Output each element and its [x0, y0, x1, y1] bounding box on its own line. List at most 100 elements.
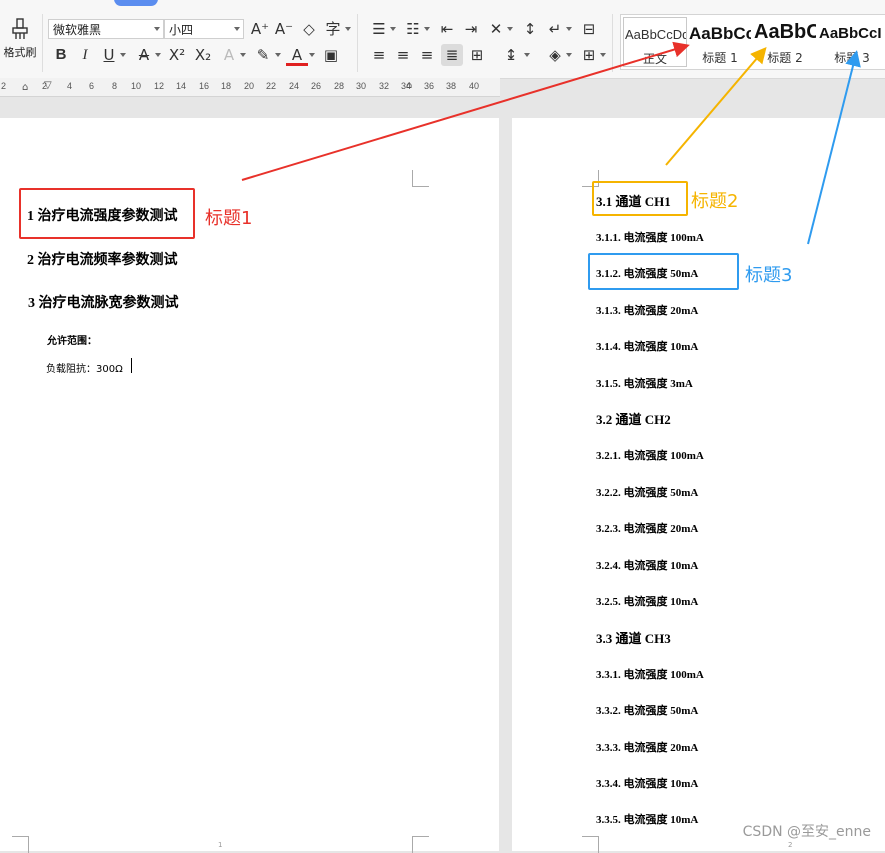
chevron-down-icon[interactable]: [566, 27, 572, 31]
shading-button[interactable]: ◈: [544, 44, 566, 66]
align-center-button[interactable]: ≡: [392, 44, 414, 66]
superscript-button[interactable]: X²: [166, 44, 188, 66]
ruler-tick: 12: [154, 81, 165, 91]
ruler-tick: 22: [266, 81, 277, 91]
margin-corner-mark: [412, 170, 429, 187]
grow-font-button[interactable]: A⁺: [249, 18, 271, 40]
distribute-icon: ⊞: [470, 46, 484, 64]
ruler-tick: 40: [469, 81, 480, 91]
char-border-button[interactable]: ▣: [320, 44, 342, 66]
highlight-button[interactable]: ✎: [252, 44, 274, 66]
chinese-layout-button[interactable]: ✕: [485, 18, 507, 40]
font-size-combo[interactable]: 小四: [164, 19, 244, 39]
bullet-list-button[interactable]: ☰: [368, 18, 390, 40]
format-painter-button[interactable]: 格式刷: [0, 14, 40, 70]
ruler-tick: 24: [289, 81, 300, 91]
line-spacing-button[interactable]: ↨: [500, 44, 522, 66]
align-left-icon: ≡: [372, 46, 386, 64]
justify-icon: ≣: [445, 46, 459, 64]
distribute-button[interactable]: ⊞: [466, 44, 488, 66]
style-heading-2[interactable]: AaBbC 标题 2: [754, 15, 816, 67]
chevron-down-icon[interactable]: [390, 27, 396, 31]
chevron-down-icon[interactable]: [275, 53, 281, 57]
heading-3-line[interactable]: 3.1.5. 电流强度 3mA: [596, 375, 693, 391]
heading-1-line[interactable]: 3 治疗电流脉宽参数测试: [28, 292, 179, 312]
font-name-combo[interactable]: 微软雅黑: [48, 19, 164, 39]
borders-button[interactable]: ⊞: [578, 44, 600, 66]
heading-1-line[interactable]: 2 治疗电流频率参数测试: [27, 249, 178, 269]
numbered-list-button[interactable]: ☷: [402, 18, 424, 40]
show-marks-button[interactable]: ↵: [544, 18, 566, 40]
heading-3-line[interactable]: 3.2.2. 电流强度 50mA: [596, 484, 698, 500]
body-text-line[interactable]: 负载阻抗：300Ω: [46, 360, 123, 375]
justify-button[interactable]: ≣: [441, 44, 463, 66]
chevron-down-icon: [154, 27, 160, 31]
chevron-down-icon[interactable]: [155, 53, 161, 57]
sort-icon: ↕: [523, 20, 537, 38]
char-border-icon: ▣: [323, 46, 339, 64]
ruler-tick: 36: [424, 81, 435, 91]
heading-3-line[interactable]: 3.3.5. 电流强度 10mA: [596, 811, 698, 827]
tab-home-active[interactable]: [114, 0, 158, 6]
align-right-button[interactable]: ≡: [416, 44, 438, 66]
shrink-font-icon: A⁻: [274, 20, 294, 38]
align-left-button[interactable]: ≡: [368, 44, 390, 66]
first-line-indent-marker[interactable]: ⌂: [22, 82, 28, 93]
font-color-button[interactable]: A: [286, 44, 308, 66]
chevron-down-icon[interactable]: [566, 53, 572, 57]
underline-button[interactable]: U: [98, 44, 120, 66]
decrease-indent-button[interactable]: ⇤: [436, 18, 458, 40]
heading-3-line[interactable]: 3.2.4. 电流强度 10mA: [596, 557, 698, 573]
ribbon-toolbar: 格式刷 微软雅黑 小四 A⁺ A⁻ ◇ 字 B I U A X² X₂ A ✎ …: [0, 0, 885, 79]
heading-3-line[interactable]: 3.3.4. 电流强度 10mA: [596, 775, 698, 791]
style-heading-3[interactable]: AaBbCcI 标题 3: [819, 15, 885, 67]
strikethrough-button[interactable]: A: [133, 44, 155, 66]
ruler-tick: 20: [244, 81, 255, 91]
chevron-down-icon[interactable]: [600, 53, 606, 57]
heading-2-line[interactable]: 3.3 通道 CH3: [596, 628, 671, 647]
style-heading-3-label: 标题 3: [834, 51, 870, 65]
heading-3-annotation-label: 标题3: [745, 265, 793, 286]
body-text-line[interactable]: 允许范围：: [47, 332, 97, 347]
heading-3-line[interactable]: 3.2.5. 电流强度 10mA: [596, 593, 698, 609]
increase-indent-button[interactable]: ⇥: [460, 18, 482, 40]
indent-icon: ⇥: [464, 20, 478, 38]
heading-3-line[interactable]: 3.2.3. 电流强度 20mA: [596, 520, 698, 536]
style-heading-1[interactable]: AaBbCcI 标题 1: [689, 15, 751, 67]
heading-2-annotation-label: 标题2: [691, 191, 739, 212]
ruler-tick: 10: [131, 81, 142, 91]
heading-3-line[interactable]: 3.2.1. 电流强度 100mA: [596, 447, 704, 463]
text-effect-button[interactable]: A: [218, 44, 240, 66]
ruler-tick: 2: [1, 81, 7, 91]
style-heading-3-sample: AaBbCcI: [819, 25, 882, 42]
heading-3-line[interactable]: 3.3.1. 电流强度 100mA: [596, 666, 704, 682]
style-heading-2-sample: AaBbC: [754, 21, 816, 43]
bold-button[interactable]: B: [50, 44, 72, 66]
heading-3-line[interactable]: 3.3.2. 电流强度 50mA: [596, 702, 698, 718]
tab-ruler-button[interactable]: ⊟: [578, 18, 600, 40]
horizontal-ruler[interactable]: ⌂ ▽ ⌂ 2 2 4 6 8 10 12 14 16 18 20 22 24 …: [0, 78, 500, 97]
sort-button[interactable]: ↕: [519, 18, 541, 40]
document-page-2[interactable]: 3.1 通道 CH1 3.1.1. 电流强度 100mA 3.1.2. 电流强度…: [512, 118, 885, 853]
chevron-down-icon[interactable]: [120, 53, 126, 57]
shrink-font-button[interactable]: A⁻: [273, 18, 295, 40]
phonetic-guide-button[interactable]: 字: [322, 18, 344, 40]
heading-3-line[interactable]: 3.1.3. 电流强度 20mA: [596, 302, 698, 318]
chevron-down-icon[interactable]: [309, 53, 315, 57]
heading-3-line[interactable]: 3.1.4. 电流强度 10mA: [596, 338, 698, 354]
chevron-down-icon[interactable]: [424, 27, 430, 31]
margin-corner-mark: [412, 836, 429, 853]
chevron-down-icon[interactable]: [240, 53, 246, 57]
watermark: CSDN @至安_enne: [742, 824, 871, 840]
clear-format-button[interactable]: ◇: [298, 18, 320, 40]
heading-3-line[interactable]: 3.3.3. 电流强度 20mA: [596, 739, 698, 755]
heading-3-line[interactable]: 3.1.1. 电流强度 100mA: [596, 229, 704, 245]
subscript-button[interactable]: X₂: [192, 44, 214, 66]
chevron-down-icon[interactable]: [524, 53, 530, 57]
style-normal[interactable]: AaBbCcDd 正文: [623, 17, 687, 67]
chevron-down-icon[interactable]: [345, 27, 351, 31]
line-spacing-icon: ↨: [504, 46, 518, 64]
chevron-down-icon[interactable]: [507, 27, 513, 31]
heading-2-line[interactable]: 3.2 通道 CH2: [596, 409, 671, 428]
italic-button[interactable]: I: [74, 44, 96, 66]
